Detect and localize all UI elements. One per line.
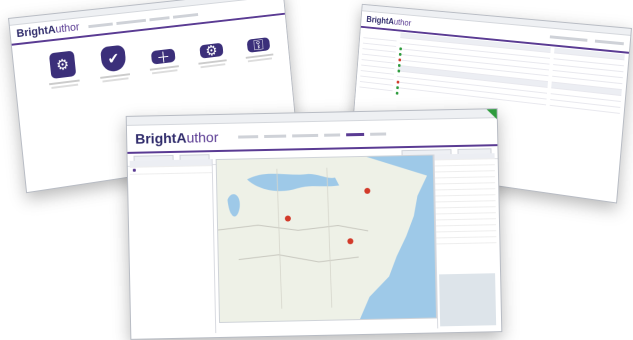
nav-placeholder [594,39,624,45]
shield-check-icon: ✔ [100,44,127,73]
nav-item[interactable] [264,134,287,138]
top-nav [238,131,387,139]
nav-placeholder [549,34,588,42]
tile-4[interactable]: ⚙ [192,33,231,73]
map-view[interactable] [215,154,438,324]
nav-item[interactable] [292,133,319,137]
tile-caption [195,59,231,69]
app-logo: BrightAuthor [366,14,412,28]
details-panel [433,153,499,329]
nav-item[interactable] [370,131,387,136]
nav-item-active[interactable] [346,132,365,136]
tile-caption [45,79,84,90]
laptop-add-icon: ＋ [150,48,176,66]
tile-caption [96,73,134,83]
details-panel [549,47,625,114]
laptop-lock-icon: ⚿ [246,36,271,53]
gear-cluster-icon: ⚙ [48,50,77,79]
mini-map[interactable] [439,273,497,327]
left-tree [359,32,397,92]
map-canvas [216,155,436,322]
status-flag [486,109,497,120]
tile-caption [242,53,277,63]
nav-item[interactable] [238,134,259,139]
site-icon [132,168,136,172]
tile-3[interactable]: ＋ [143,38,183,79]
panel-row [436,237,497,245]
map-window: BrightAuthor [125,108,503,340]
nav-item[interactable] [324,132,341,137]
tile-5[interactable]: ⚿ [240,27,278,67]
laptop-settings-icon: ⚙ [199,42,224,60]
tile-2[interactable]: ✔ [93,44,134,85]
site-list [129,159,217,335]
status-icon [395,91,399,95]
list-item[interactable] [129,166,212,175]
tile-1[interactable]: ⚙ [42,50,84,92]
app-logo: BrightAuthor [135,128,219,147]
